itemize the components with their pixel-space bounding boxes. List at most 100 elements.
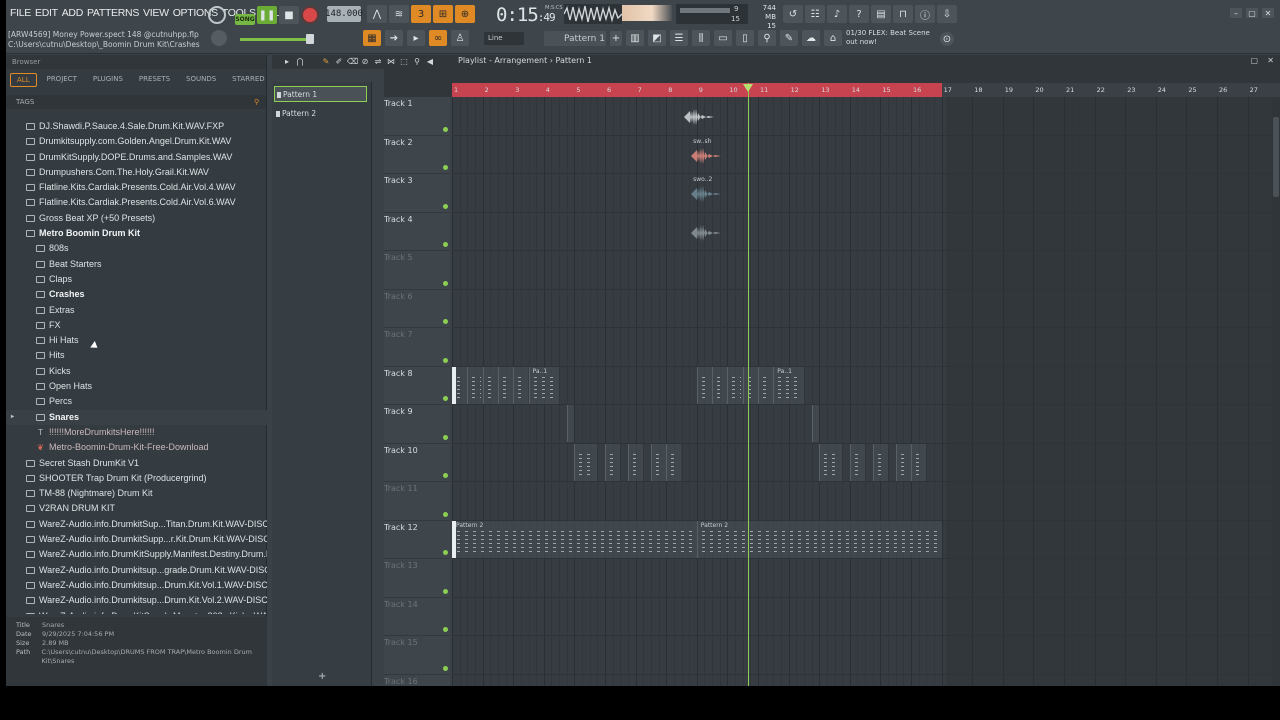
pattern-item[interactable]: Pattern 2 bbox=[274, 106, 367, 122]
browser-tab-starred[interactable]: STARRED bbox=[226, 73, 271, 87]
cloud-icon[interactable]: ☁ bbox=[802, 30, 820, 46]
delete-icon[interactable]: ⌫ bbox=[347, 56, 358, 67]
audio-clip[interactable]: sw..sh bbox=[689, 138, 723, 175]
track-mute-led[interactable] bbox=[443, 588, 448, 594]
folder-item[interactable]: WareZ-Audio.info.DrumKitSupply.Manifest.… bbox=[6, 547, 267, 562]
audio-clip[interactable] bbox=[689, 215, 723, 252]
folder-item[interactable]: Secret Stash DrumKit V1 bbox=[6, 456, 267, 471]
track-mute-led[interactable] bbox=[443, 550, 448, 555]
playback-icon[interactable]: ◀ bbox=[425, 56, 435, 67]
track-header[interactable]: Track 14 bbox=[384, 598, 450, 636]
snap-selector[interactable]: Line bbox=[484, 32, 524, 45]
pattern-clip[interactable] bbox=[742, 366, 758, 404]
master-volume-knob[interactable] bbox=[306, 34, 314, 44]
download-icon[interactable]: ⇩ bbox=[937, 5, 957, 23]
track-header[interactable]: Track 3 bbox=[384, 174, 450, 213]
master-volume-slider[interactable] bbox=[240, 38, 312, 41]
browser-tab-presets[interactable]: PRESETS bbox=[133, 73, 176, 87]
zoom-icon[interactable]: ⚲ bbox=[412, 56, 422, 67]
plugin-icon[interactable]: ⊓ bbox=[893, 5, 913, 23]
pattern-clip[interactable] bbox=[566, 405, 575, 442]
folder-item[interactable]: WareZ-Audio.info.DrumkitSup...Titan.Drum… bbox=[6, 517, 267, 532]
microphone-icon[interactable]: ♪ bbox=[827, 5, 847, 23]
folder-item[interactable]: 808s bbox=[6, 241, 267, 256]
track-header[interactable]: Track 2 bbox=[384, 136, 450, 174]
browser-window-icon[interactable]: ▭ bbox=[714, 30, 732, 46]
scroll-thumb[interactable] bbox=[1273, 117, 1279, 197]
folder-item[interactable]: ▸ Snares bbox=[6, 409, 267, 425]
track-mute-led[interactable] bbox=[443, 280, 448, 286]
track-header[interactable]: Track 12 bbox=[384, 521, 450, 559]
pencil-icon[interactable]: ✎ bbox=[321, 56, 331, 67]
pattern-clip[interactable] bbox=[497, 366, 514, 404]
loop-record-icon[interactable]: ⊕ bbox=[455, 5, 475, 23]
pattern-selector[interactable]: Pattern 1 bbox=[544, 31, 606, 46]
track-mute-led[interactable] bbox=[443, 357, 448, 363]
folder-item[interactable]: DJ.Shawdi.P.Sauce.4.Sale.Drum.Kit.WAV.FX… bbox=[6, 119, 267, 134]
folder-item[interactable]: Percs bbox=[6, 394, 267, 409]
file-item[interactable]: T !!!!!!MoreDrumkitsHere!!!!!! bbox=[6, 425, 267, 440]
pattern-clip[interactable] bbox=[627, 443, 644, 481]
pattern-clip[interactable]: Pattern 2 bbox=[452, 520, 697, 558]
folder-item[interactable]: Flatline.Kits.Cardiak.Presents.Cold.Air.… bbox=[6, 180, 267, 195]
mixer-window-icon[interactable]: ⫼ bbox=[692, 30, 710, 46]
channel-rack-icon[interactable]: ▥ bbox=[626, 30, 644, 46]
pattern-clip[interactable] bbox=[696, 366, 713, 404]
undo-icon[interactable]: ↺ bbox=[783, 5, 803, 23]
menu-patterns[interactable]: PATTERNS bbox=[85, 7, 141, 19]
wait-input-icon[interactable]: ≋ bbox=[389, 5, 409, 23]
menu-file[interactable]: FILE bbox=[8, 7, 33, 19]
track-mute-led[interactable] bbox=[443, 665, 448, 671]
folder-item[interactable]: Gross Beat XP (+50 Presets) bbox=[6, 211, 267, 226]
play-button[interactable]: ❚❚ bbox=[257, 6, 277, 24]
stop-button[interactable]: ■ bbox=[279, 6, 299, 24]
folder-item[interactable]: Hi Hats bbox=[6, 333, 267, 348]
master-pitch-knob[interactable] bbox=[211, 30, 227, 46]
tags-bar[interactable]: TAGS ⚲ bbox=[6, 95, 266, 109]
pattern-clip[interactable] bbox=[911, 443, 927, 481]
metronome-knob[interactable] bbox=[208, 6, 226, 24]
folder-item[interactable]: Crashes bbox=[6, 287, 267, 302]
browser-tab-all[interactable]: ALL bbox=[10, 73, 37, 87]
folder-item[interactable]: SHOOTER Trap Drum Kit (Producergrind) bbox=[6, 471, 267, 486]
menu-view[interactable]: VIEW bbox=[141, 7, 171, 19]
pattern-clip[interactable] bbox=[895, 443, 911, 481]
track-header[interactable]: Track 9 bbox=[384, 405, 450, 444]
folder-item[interactable]: Hits bbox=[6, 348, 267, 363]
folder-item[interactable]: Claps bbox=[6, 272, 267, 287]
stamp-icon[interactable]: ♙ bbox=[451, 30, 469, 46]
tempo-display[interactable]: 148.000 bbox=[325, 6, 363, 22]
maximize-icon[interactable]: ▢ bbox=[1246, 8, 1258, 18]
mute-icon[interactable]: ⊘ bbox=[360, 56, 370, 67]
step-edit-icon[interactable]: ⊞ bbox=[433, 5, 453, 23]
pattern-clip[interactable] bbox=[819, 443, 843, 481]
folder-item[interactable]: Beat Starters bbox=[6, 257, 267, 272]
link-icon[interactable]: ∞ bbox=[429, 30, 447, 46]
track-mute-led[interactable] bbox=[443, 627, 448, 632]
browser-tab-project[interactable]: PROJECT bbox=[41, 73, 83, 87]
mixer-icon[interactable]: ☷ bbox=[805, 5, 825, 23]
playlist-toggle-icon[interactable]: ▦ bbox=[363, 30, 381, 46]
playlist-icon[interactable]: ☰ bbox=[670, 30, 688, 46]
track-mute-led[interactable] bbox=[443, 165, 448, 170]
help-icon[interactable]: ? bbox=[849, 5, 869, 23]
timeline-ruler[interactable]: 1 2 3 4 5 6 7 8 9 10 11 12 13 14 15 16 17 18 19 20 21 22 23 24 2… bbox=[452, 83, 1280, 97]
save-icon[interactable]: ▤ bbox=[871, 5, 891, 23]
loop-region[interactable] bbox=[452, 83, 942, 97]
arrow-icon[interactable]: ➔ bbox=[385, 30, 403, 46]
paint-icon[interactable]: ✐ bbox=[334, 56, 344, 67]
collapse-icon[interactable]: ▸ bbox=[282, 56, 292, 67]
file-item[interactable]: ❦ Metro-Boomin-Drum-Kit-Free-Download bbox=[6, 440, 267, 455]
overview-bar[interactable] bbox=[384, 69, 1280, 83]
track-header[interactable]: Track 13 bbox=[384, 559, 450, 598]
add-pattern-button[interactable]: + bbox=[318, 671, 326, 682]
pattern-clip[interactable] bbox=[605, 443, 621, 481]
pattern-clip[interactable]: Pa..1 bbox=[528, 366, 560, 404]
pattern-clip[interactable] bbox=[872, 443, 889, 481]
track-header[interactable]: Track 11 bbox=[384, 482, 450, 521]
playhead[interactable] bbox=[748, 83, 749, 686]
info-icon[interactable]: ⓘ bbox=[915, 5, 935, 23]
track-header[interactable]: Track 1 bbox=[384, 97, 450, 136]
folder-item[interactable]: TM-88 (Nightmare) Drum Kit bbox=[6, 486, 267, 501]
add-pattern-icon[interactable]: + bbox=[610, 31, 622, 46]
